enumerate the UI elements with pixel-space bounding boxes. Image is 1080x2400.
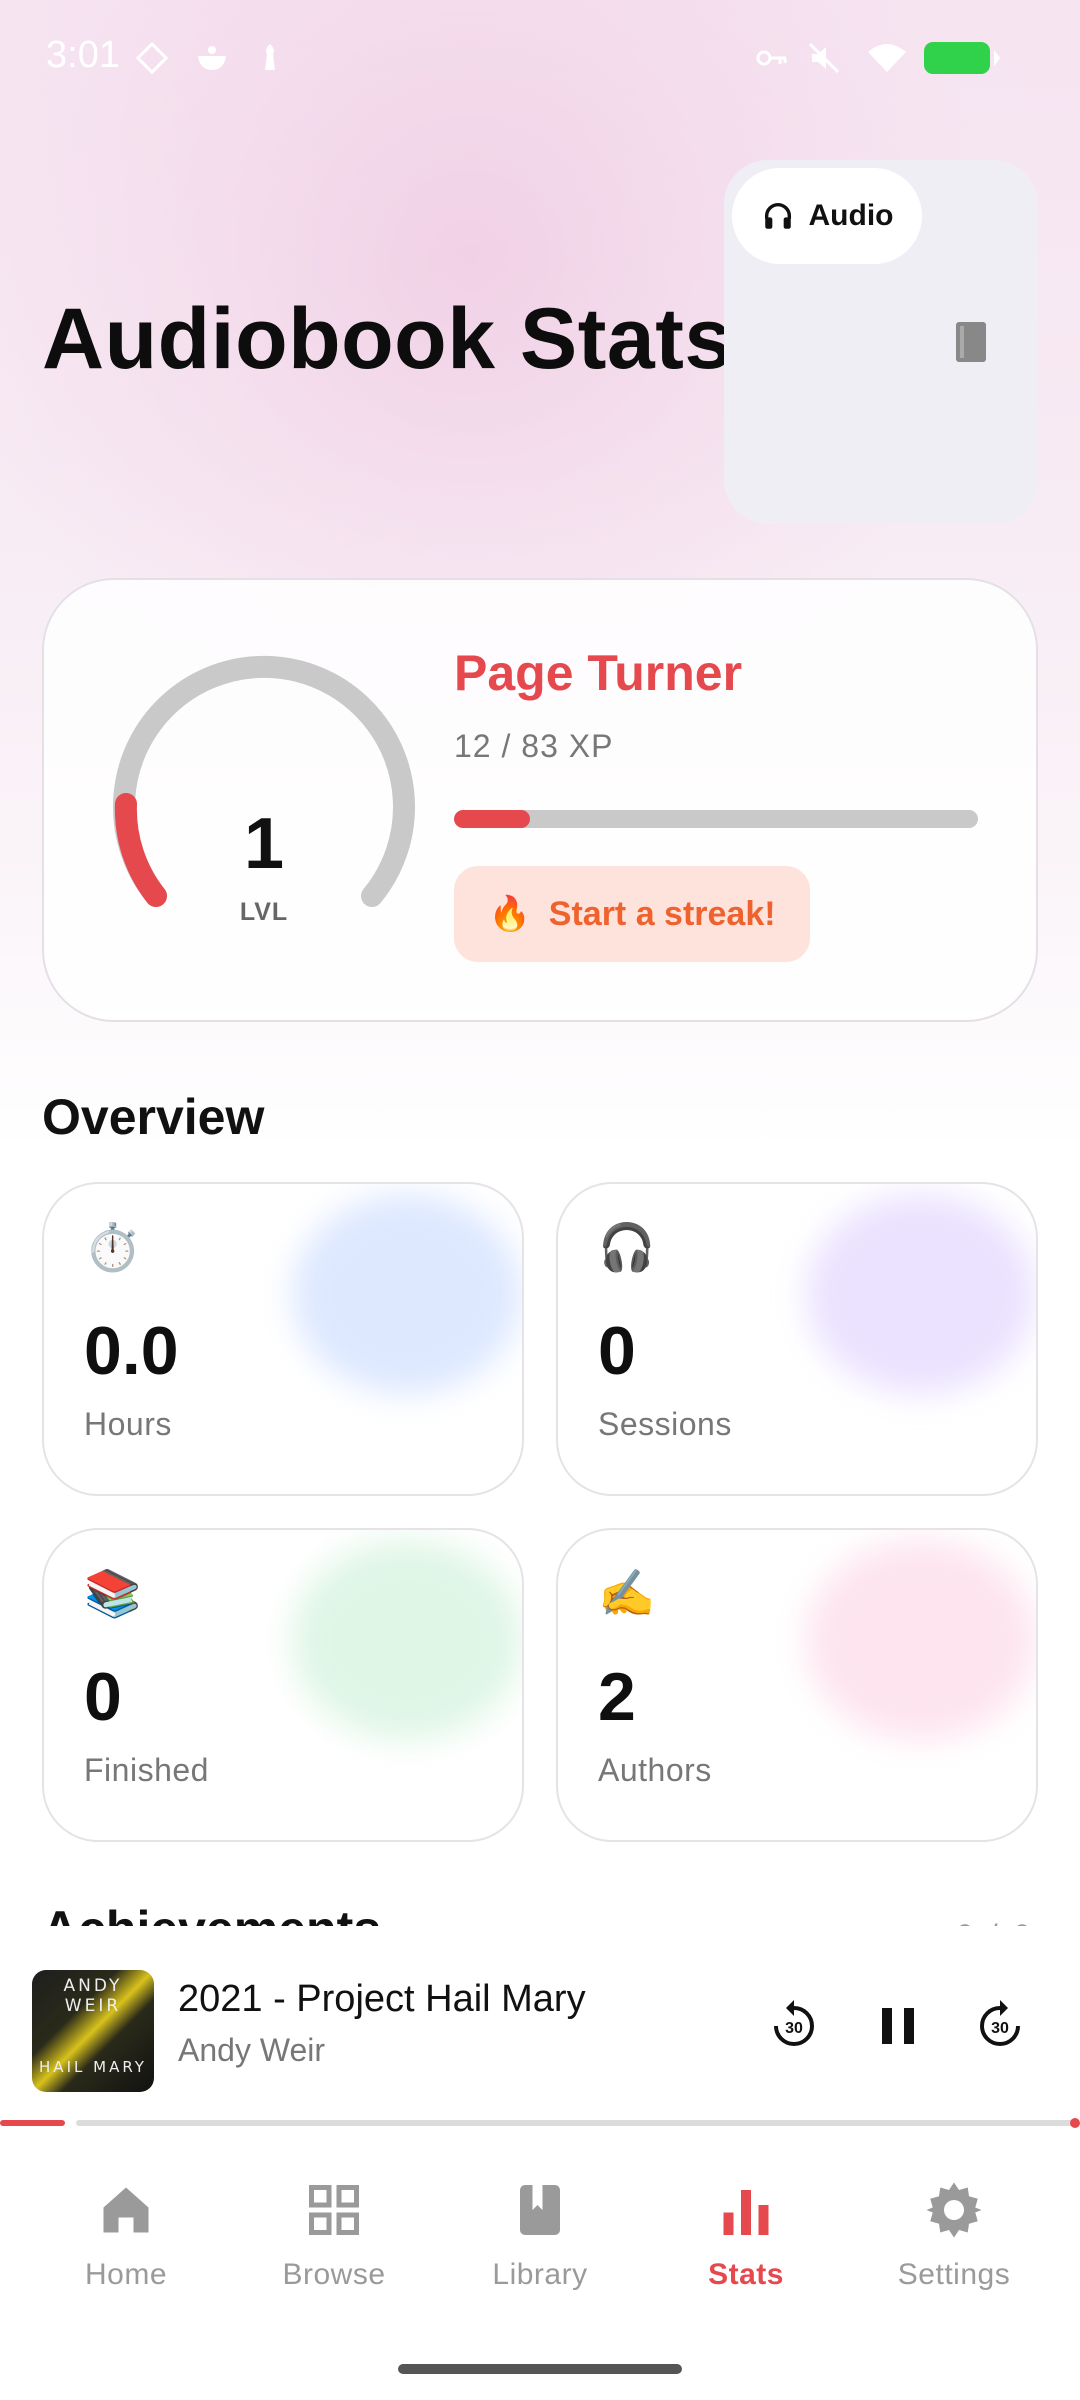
audio-mode-button[interactable]: Audio [732, 168, 922, 264]
book-icon [520, 2185, 560, 2235]
stat-card-authors: ✍️ 2 Authors [556, 1528, 1038, 1842]
playback-progress-track[interactable] [76, 2120, 1076, 2126]
audio-mode-label: Audio [808, 199, 894, 232]
nav-label: Library [492, 2258, 588, 2291]
grid-icon [309, 2185, 359, 2235]
status-time: 3:01 [46, 34, 120, 76]
start-streak-button[interactable]: 🔥 Start a streak! [454, 866, 810, 962]
rewind-30-button[interactable]: 30 [764, 1996, 824, 2056]
streak-label: Start a streak! [548, 894, 776, 933]
stat-label: Authors [598, 1752, 712, 1788]
stat-label: Hours [84, 1406, 172, 1442]
stat-value: 2 [598, 1659, 636, 1735]
wifi-icon [868, 44, 906, 72]
forward-30-button[interactable]: 30 [970, 1996, 1030, 2056]
gear-icon [926, 2182, 982, 2238]
nav-label: Browse [282, 2258, 386, 2291]
xp-progress-bar [454, 810, 978, 828]
mute-icon [808, 42, 840, 74]
nav-settings[interactable]: Settings [864, 2166, 1044, 2326]
mode-toggle: Audio [724, 160, 1038, 524]
books-icon: 📚 [84, 1567, 142, 1619]
home-indicator[interactable] [398, 2364, 682, 2374]
rank-title: Page Turner [454, 645, 743, 701]
bowl-icon [198, 46, 226, 70]
rewind-seconds: 30 [785, 2020, 803, 2037]
level-caption: LVL [239, 898, 289, 926]
level-card: 1 LVL Page Turner 12 / 83 XP 🔥 Start a s… [42, 578, 1038, 1022]
stat-card-sessions: 🎧 0 Sessions [556, 1182, 1038, 1496]
nav-stats[interactable]: Stats [656, 2166, 836, 2326]
key-icon [756, 50, 787, 66]
page-title: Audiobook Stats [42, 291, 733, 387]
stat-value: 0 [84, 1659, 122, 1735]
battery-icon [924, 42, 1000, 74]
book-mode-icon[interactable] [954, 320, 990, 364]
stat-card-finished: 📚 0 Finished [42, 1528, 524, 1842]
nav-home[interactable]: Home [36, 2166, 216, 2326]
fire-icon: 🔥 [488, 895, 531, 933]
now-playing-title: 2021 - Project Hail Mary [178, 1978, 586, 2020]
playback-progress-fill [0, 2120, 65, 2126]
headphones-icon [764, 203, 791, 229]
book-cover[interactable]: ANDY WEIR HAIL MARY [32, 1970, 154, 2092]
mini-player[interactable]: ANDY WEIR HAIL MARY 2021 - Project Hail … [0, 1926, 1080, 2136]
xp-text: 12 / 83 XP [454, 728, 614, 764]
cover-author: ANDY WEIR [63, 1976, 123, 2016]
home-icon [103, 2187, 149, 2233]
pause-button[interactable] [868, 1996, 928, 2056]
nav-browse[interactable]: Browse [244, 2166, 424, 2326]
xp-progress-fill [454, 810, 530, 828]
forward-seconds: 30 [991, 2020, 1009, 2037]
nav-label: Stats [708, 2258, 784, 2291]
stopwatch-icon: ⏱️ [84, 1221, 142, 1273]
overview-title: Overview [42, 1089, 265, 1145]
bar-chart-icon [723, 2190, 769, 2235]
playback-progress-end [1070, 2118, 1080, 2128]
headphones-icon: 🎧 [598, 1221, 656, 1273]
chess-icon [265, 44, 275, 70]
writing-hand-icon: ✍️ [598, 1567, 656, 1619]
cover-title: HAIL MARY [39, 2058, 147, 2076]
stat-value: 0 [598, 1313, 636, 1389]
status-bar: 3:01 [0, 0, 1080, 116]
stat-value: 0.0 [84, 1313, 179, 1389]
nav-library[interactable]: Library [450, 2166, 630, 2326]
stat-card-hours: ⏱️ 0.0 Hours [42, 1182, 524, 1496]
stat-label: Finished [84, 1752, 209, 1788]
bottom-nav: Home Browse Library Stats Settings [0, 2136, 1080, 2400]
notification-icon [135, 41, 169, 75]
now-playing-author: Andy Weir [178, 2032, 326, 2068]
stat-label: Sessions [598, 1406, 732, 1442]
nav-label: Settings [897, 2258, 1011, 2291]
nav-label: Home [84, 2258, 168, 2291]
level-number: 1 [243, 804, 285, 884]
